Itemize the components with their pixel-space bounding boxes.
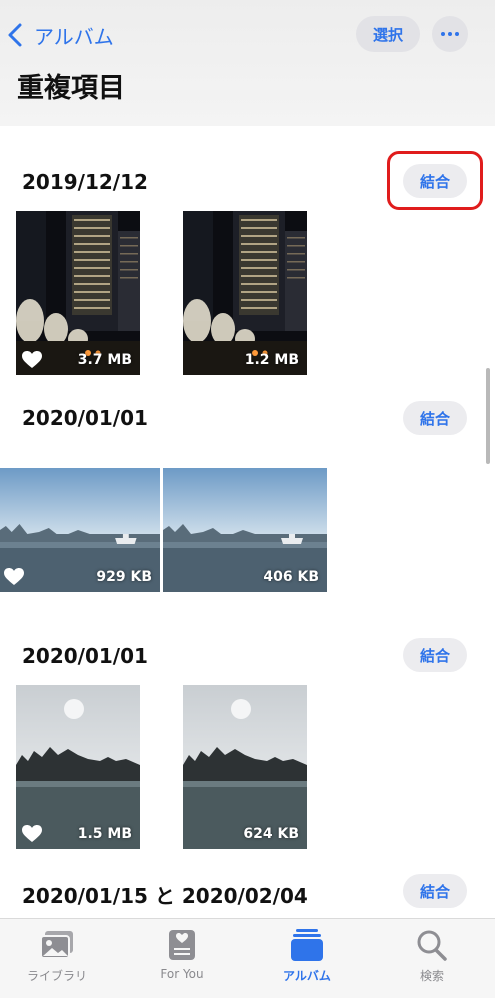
albums-icon bbox=[291, 929, 323, 961]
file-size-label: 1.2 MB bbox=[244, 352, 299, 368]
merge-button[interactable]: 結合 bbox=[403, 638, 467, 672]
navigation-header: アルバム 選択 重複項目 bbox=[0, 0, 495, 126]
search-icon bbox=[417, 930, 447, 961]
file-size-label: 624 KB bbox=[243, 826, 299, 842]
favorite-heart-icon bbox=[4, 568, 24, 586]
tab-for-you[interactable]: For You bbox=[132, 919, 232, 998]
scrollbar[interactable] bbox=[486, 368, 490, 464]
page-title: 重複項目 bbox=[17, 73, 125, 104]
photo-thumbnail[interactable]: 929 KB bbox=[0, 468, 160, 592]
favorite-heart-icon bbox=[22, 351, 42, 369]
more-icon bbox=[441, 32, 445, 36]
file-size-label: 1.5 MB bbox=[77, 826, 132, 842]
more-button[interactable] bbox=[432, 16, 468, 52]
back-button-label: アルバム bbox=[34, 24, 114, 49]
tab-search[interactable]: 検索 bbox=[382, 919, 482, 998]
file-size-label: 406 KB bbox=[263, 569, 319, 585]
photos-library-icon bbox=[40, 931, 73, 959]
photo-image bbox=[183, 211, 307, 375]
tab-label: アルバム bbox=[283, 969, 331, 983]
tab-label: For You bbox=[160, 967, 204, 981]
back-button[interactable]: アルバム bbox=[6, 20, 114, 50]
tab-bar: ライブラリ For You アルバム 検索 bbox=[0, 918, 495, 998]
photo-thumbnail[interactable]: 406 KB bbox=[163, 468, 327, 592]
photo-thumbnail[interactable]: 624 KB bbox=[183, 685, 307, 849]
file-size-label: 3.7 MB bbox=[77, 352, 132, 368]
tab-label: ライブラリ bbox=[26, 969, 87, 983]
section-date: 2019/12/12 bbox=[22, 170, 148, 194]
favorite-heart-icon bbox=[22, 825, 42, 843]
tab-label: 検索 bbox=[419, 969, 444, 983]
tab-albums[interactable]: アルバム bbox=[257, 919, 357, 998]
photo-thumbnail[interactable]: 1.5 MB bbox=[16, 685, 140, 849]
photo-thumbnail[interactable]: 1.2 MB bbox=[183, 211, 307, 375]
merge-button[interactable]: 結合 bbox=[403, 874, 467, 908]
photo-thumbnail[interactable]: 3.7 MB bbox=[16, 211, 140, 375]
photo-image bbox=[183, 685, 307, 849]
chevron-left-icon bbox=[8, 23, 22, 47]
for-you-icon bbox=[169, 930, 195, 960]
tab-library[interactable]: ライブラリ bbox=[7, 919, 107, 998]
highlight-annotation bbox=[387, 151, 483, 210]
select-button[interactable]: 選択 bbox=[356, 16, 420, 52]
file-size-label: 929 KB bbox=[96, 569, 152, 585]
merge-button[interactable]: 結合 bbox=[403, 401, 467, 435]
section-date: 2020/01/01 bbox=[22, 644, 148, 668]
section-date: 2020/01/01 bbox=[22, 406, 148, 430]
section-date: 2020/01/15 と 2020/02/04 bbox=[22, 884, 308, 908]
